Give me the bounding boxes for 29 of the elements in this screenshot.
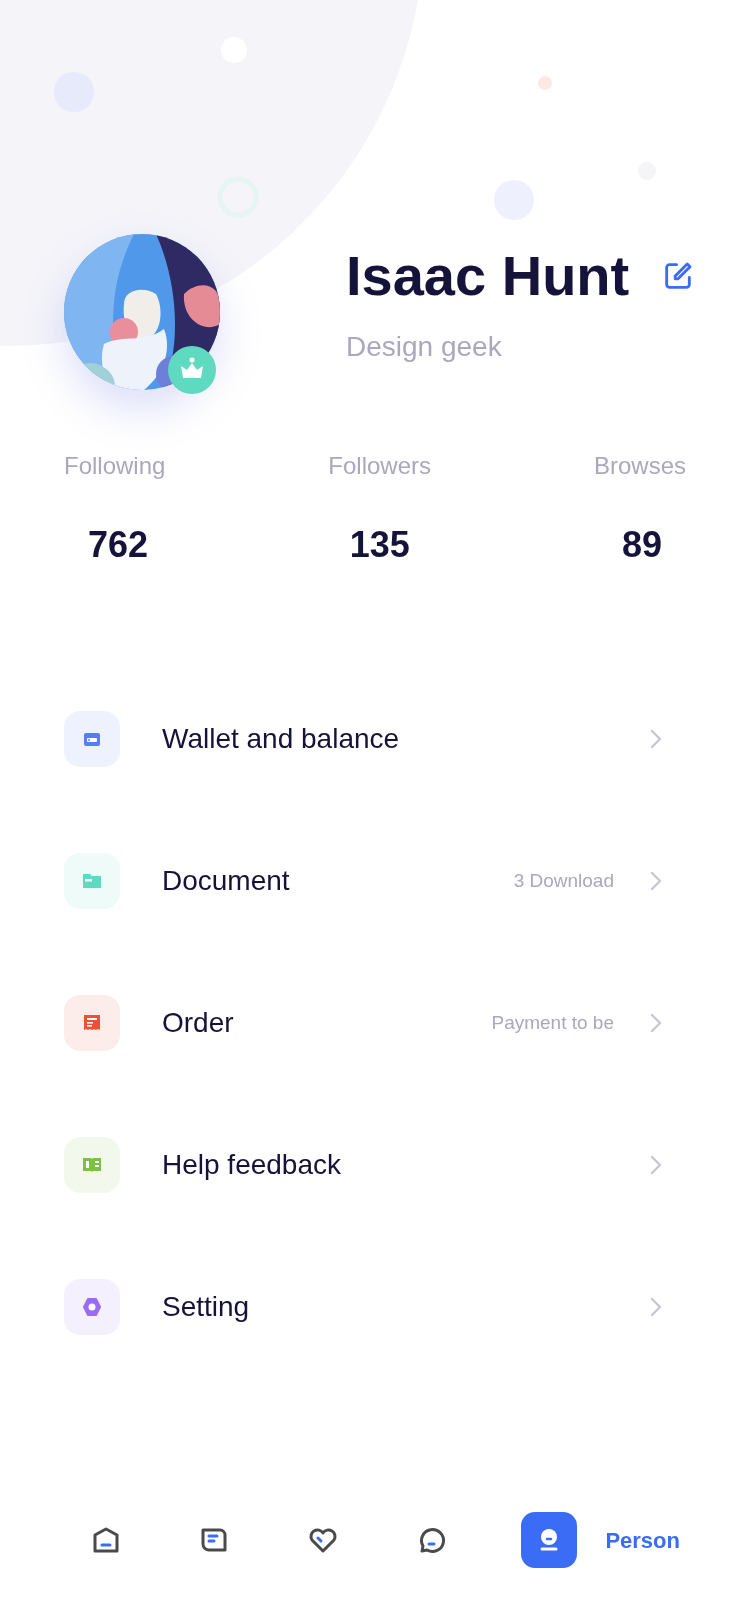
menu-item[interactable]: Order Payment to be <box>0 952 750 1094</box>
chevron-icon <box>650 1013 662 1033</box>
menu-label: Order <box>162 1006 235 1040</box>
menu-label: Document <box>162 864 291 898</box>
menu-label: Setting <box>162 1290 251 1324</box>
stat-label: Following <box>64 451 166 481</box>
menu-item[interactable]: Wallet and balance <box>0 668 750 810</box>
chevron-icon <box>650 729 662 749</box>
tab-label: Person <box>605 1526 680 1555</box>
stat-label: Followers <box>328 451 432 481</box>
menu-item[interactable]: Setting <box>0 1236 750 1378</box>
chevron-icon <box>650 871 662 891</box>
menu-item[interactable]: Help feedback <box>0 1094 750 1236</box>
menu-label: Help feedback <box>162 1148 342 1182</box>
profile-subtitle: Design geek <box>346 330 503 364</box>
stat-value: 762 <box>87 523 149 567</box>
stat-value: 89 <box>621 523 663 567</box>
menu-item[interactable]: Document 3 Download <box>0 810 750 952</box>
chevron-icon <box>650 1297 662 1317</box>
stat-label: Browses <box>593 451 686 481</box>
menu-label: Wallet and balance <box>162 722 401 756</box>
profile-name: Isaac Hunt <box>346 248 630 304</box>
person-icon <box>521 1512 578 1568</box>
crown-badge-icon <box>168 346 216 394</box>
menu-note: Payment to be <box>491 1010 614 1035</box>
tab-button[interactable]: Person <box>521 1512 680 1568</box>
chevron-icon <box>650 1155 662 1175</box>
stat-value: 135 <box>349 523 410 567</box>
menu-note: 3 Download <box>513 868 614 893</box>
